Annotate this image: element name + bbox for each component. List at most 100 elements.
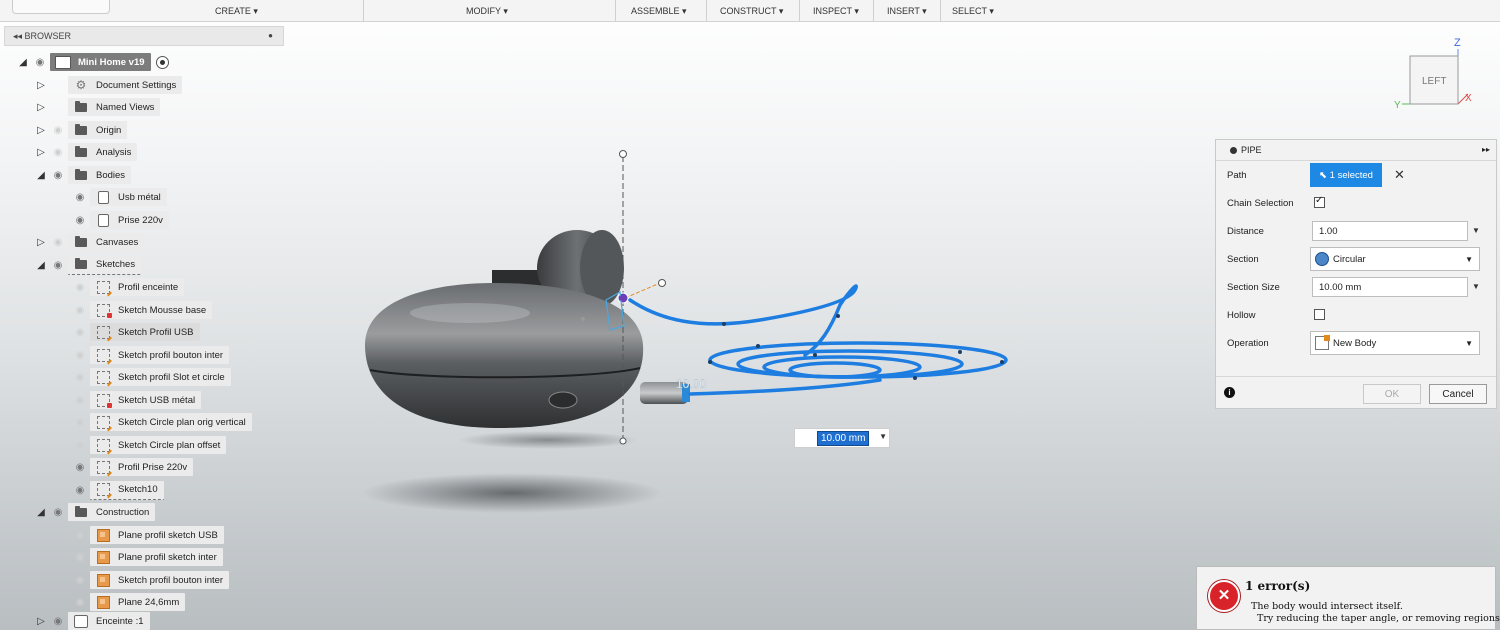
expand-triangle-icon[interactable]: ▷: [34, 125, 48, 136]
tree-node-plane[interactable]: ◉ Plane profil sketch USB: [70, 526, 224, 544]
chain-selection-checkbox[interactable]: [1314, 195, 1325, 208]
ok-button[interactable]: OK: [1363, 384, 1421, 404]
eye-icon[interactable]: ◉: [48, 616, 68, 627]
eye-icon[interactable]: ◉: [70, 485, 90, 496]
tree-node-sketch[interactable]: ◉ Sketch Mousse base: [70, 301, 213, 319]
path-selection-button[interactable]: ⬉ 1 selected: [1310, 163, 1382, 187]
eye-hidden-icon[interactable]: ◉: [70, 305, 90, 316]
tree-node-sketch[interactable]: ◉ Sketch profil Slot et circle: [70, 368, 231, 386]
tree-node-usb-metal[interactable]: ◉ Usb métal: [70, 188, 167, 206]
tree-chip[interactable]: Sketch profil bouton inter: [90, 571, 230, 589]
select-menu[interactable]: SELECT ▾: [952, 6, 994, 17]
tree-node-sketch[interactable]: ◉ Sketch10: [70, 480, 164, 500]
expand-triangle-icon[interactable]: ▷: [34, 237, 48, 248]
eye-hidden-icon[interactable]: ◉: [48, 237, 68, 248]
tree-node-sketch[interactable]: ◉ Sketch Profil USB: [70, 323, 200, 341]
expand-triangle-icon[interactable]: ▷: [34, 616, 48, 627]
tree-node-bodies[interactable]: ◢ ◉ Bodies: [34, 166, 132, 184]
tree-chip[interactable]: Usb métal: [90, 188, 167, 206]
eye-hidden-icon[interactable]: ◉: [70, 372, 90, 383]
tree-node-named-views[interactable]: ▷ Named Views: [34, 98, 161, 116]
expand-triangle-icon[interactable]: ▷: [34, 147, 48, 158]
tree-chip[interactable]: Construction: [68, 503, 156, 521]
collapse-triangle-icon[interactable]: ◢: [16, 57, 30, 68]
tree-node-sketch[interactable]: ◉ Sketch USB métal: [70, 391, 202, 409]
eye-icon[interactable]: ◉: [70, 215, 90, 226]
chevron-down-icon[interactable]: ▼: [1465, 339, 1473, 348]
tree-node-sketches[interactable]: ◢ ◉ Sketches: [34, 255, 142, 275]
operation-select[interactable]: New Body ▼: [1310, 331, 1480, 355]
eye-hidden-icon[interactable]: ◉: [70, 350, 90, 361]
tree-chip[interactable]: Origin: [68, 121, 128, 139]
eye-icon[interactable]: ◉: [48, 170, 68, 181]
chevron-down-icon[interactable]: ▼: [1472, 282, 1480, 291]
tree-chip[interactable]: Sketch10: [90, 480, 164, 500]
tree-chip[interactable]: Plane profil sketch inter: [90, 548, 223, 566]
inspect-menu[interactable]: INSPECT ▾: [813, 6, 859, 17]
expand-triangle-icon[interactable]: ▷: [34, 80, 48, 91]
tree-chip[interactable]: Sketch Circle plan offset: [90, 436, 227, 454]
tree-chip[interactable]: Plane profil sketch USB: [90, 526, 224, 544]
insert-menu[interactable]: INSERT ▾: [887, 6, 927, 17]
tree-chip[interactable]: ⚙ Document Settings: [68, 76, 183, 94]
tree-node-root[interactable]: ◢ ◉ Mini Home v19: [16, 53, 169, 71]
tree-chip[interactable]: Sketch profil Slot et circle: [90, 368, 231, 386]
eye-hidden-icon[interactable]: ◉: [70, 440, 90, 451]
tree-node-construction[interactable]: ◢ ◉ Construction: [34, 503, 156, 521]
section-select[interactable]: Circular ▼: [1310, 247, 1480, 271]
chevron-down-icon[interactable]: ▼: [1465, 255, 1473, 264]
eye-hidden-icon[interactable]: ◉: [48, 147, 68, 158]
tree-node-plane[interactable]: ◉ Sketch profil bouton inter: [70, 571, 230, 589]
tree-node-plane[interactable]: ◉ Plane profil sketch inter: [70, 548, 223, 566]
tree-chip[interactable]: Analysis: [68, 143, 138, 161]
pipe-dialog-header[interactable]: PIPE ▸▸: [1216, 140, 1496, 161]
tree-node-sketch[interactable]: ◉ Sketch Circle plan offset: [70, 436, 227, 454]
pin-icon[interactable]: ●: [268, 31, 273, 40]
dimension-input-value[interactable]: 10.00 mm: [817, 430, 870, 446]
cancel-button[interactable]: Cancel: [1429, 384, 1487, 404]
tree-node-sketch[interactable]: ◉ Profil Prise 220v: [70, 458, 194, 476]
eye-icon[interactable]: ◉: [48, 507, 68, 518]
section-size-input[interactable]: 10.00 mm: [1312, 277, 1468, 297]
eye-hidden-icon[interactable]: ◉: [70, 530, 90, 541]
collapse-triangle-icon[interactable]: ◢: [34, 170, 48, 181]
tree-chip[interactable]: Enceinte :1: [68, 612, 150, 630]
create-menu[interactable]: CREATE ▾: [215, 6, 258, 17]
eye-hidden-icon[interactable]: ◉: [70, 597, 90, 608]
collapse-triangle-icon[interactable]: ◢: [34, 507, 48, 518]
tree-chip[interactable]: Prise 220v: [90, 211, 169, 229]
tree-node-analysis[interactable]: ▷ ◉ Analysis: [34, 143, 138, 161]
tree-node-prise-220v[interactable]: ◉ Prise 220v: [70, 211, 169, 229]
assemble-menu[interactable]: ASSEMBLE ▾: [631, 6, 687, 17]
chevron-down-icon[interactable]: ▼: [1472, 226, 1480, 235]
eye-hidden-icon[interactable]: ◉: [70, 282, 90, 293]
tree-chip[interactable]: Sketch Mousse base: [90, 301, 213, 319]
info-icon[interactable]: i: [1224, 387, 1235, 398]
eye-icon[interactable]: ◉: [30, 57, 50, 68]
eye-hidden-icon[interactable]: ◉: [48, 125, 68, 136]
dimension-input-box[interactable]: 10.00 mm ▼: [794, 428, 890, 448]
expand-dialog-icon[interactable]: ▸▸: [1482, 145, 1490, 154]
chevron-down-icon[interactable]: ▼: [879, 432, 887, 441]
tree-chip[interactable]: Named Views: [68, 98, 161, 116]
manipulator-handle[interactable]: [658, 279, 666, 287]
tree-node-origin[interactable]: ▷ ◉ Origin: [34, 121, 128, 139]
tree-node-enceinte[interactable]: ▷ ◉ Enceinte :1: [34, 612, 150, 630]
tree-chip[interactable]: Profil enceinte: [90, 278, 185, 296]
tree-chip[interactable]: Sketch Profil USB: [90, 323, 200, 341]
eye-hidden-icon[interactable]: ◉: [70, 395, 90, 406]
activate-radio-icon[interactable]: [155, 55, 169, 69]
modify-menu[interactable]: MODIFY ▾: [466, 6, 508, 17]
tree-chip[interactable]: Sketches: [68, 255, 142, 275]
tree-chip[interactable]: Profil Prise 220v: [90, 458, 194, 476]
tree-node-canvases[interactable]: ▷ ◉ Canvases: [34, 233, 145, 251]
distance-input[interactable]: 1.00: [1312, 221, 1468, 241]
browser-header[interactable]: ◂◂ BROWSER ●: [4, 26, 284, 46]
eye-hidden-icon[interactable]: ◉: [70, 575, 90, 586]
construct-menu[interactable]: CONSTRUCT ▾: [720, 6, 783, 17]
tree-chip[interactable]: Sketch profil bouton inter: [90, 346, 230, 364]
tree-chip[interactable]: Bodies: [68, 166, 132, 184]
tree-node-document-settings[interactable]: ▷ ⚙ Document Settings: [34, 76, 183, 94]
toolbar-workspace-box[interactable]: [12, 0, 110, 14]
tree-node-sketch[interactable]: ◉ Sketch profil bouton inter: [70, 346, 230, 364]
